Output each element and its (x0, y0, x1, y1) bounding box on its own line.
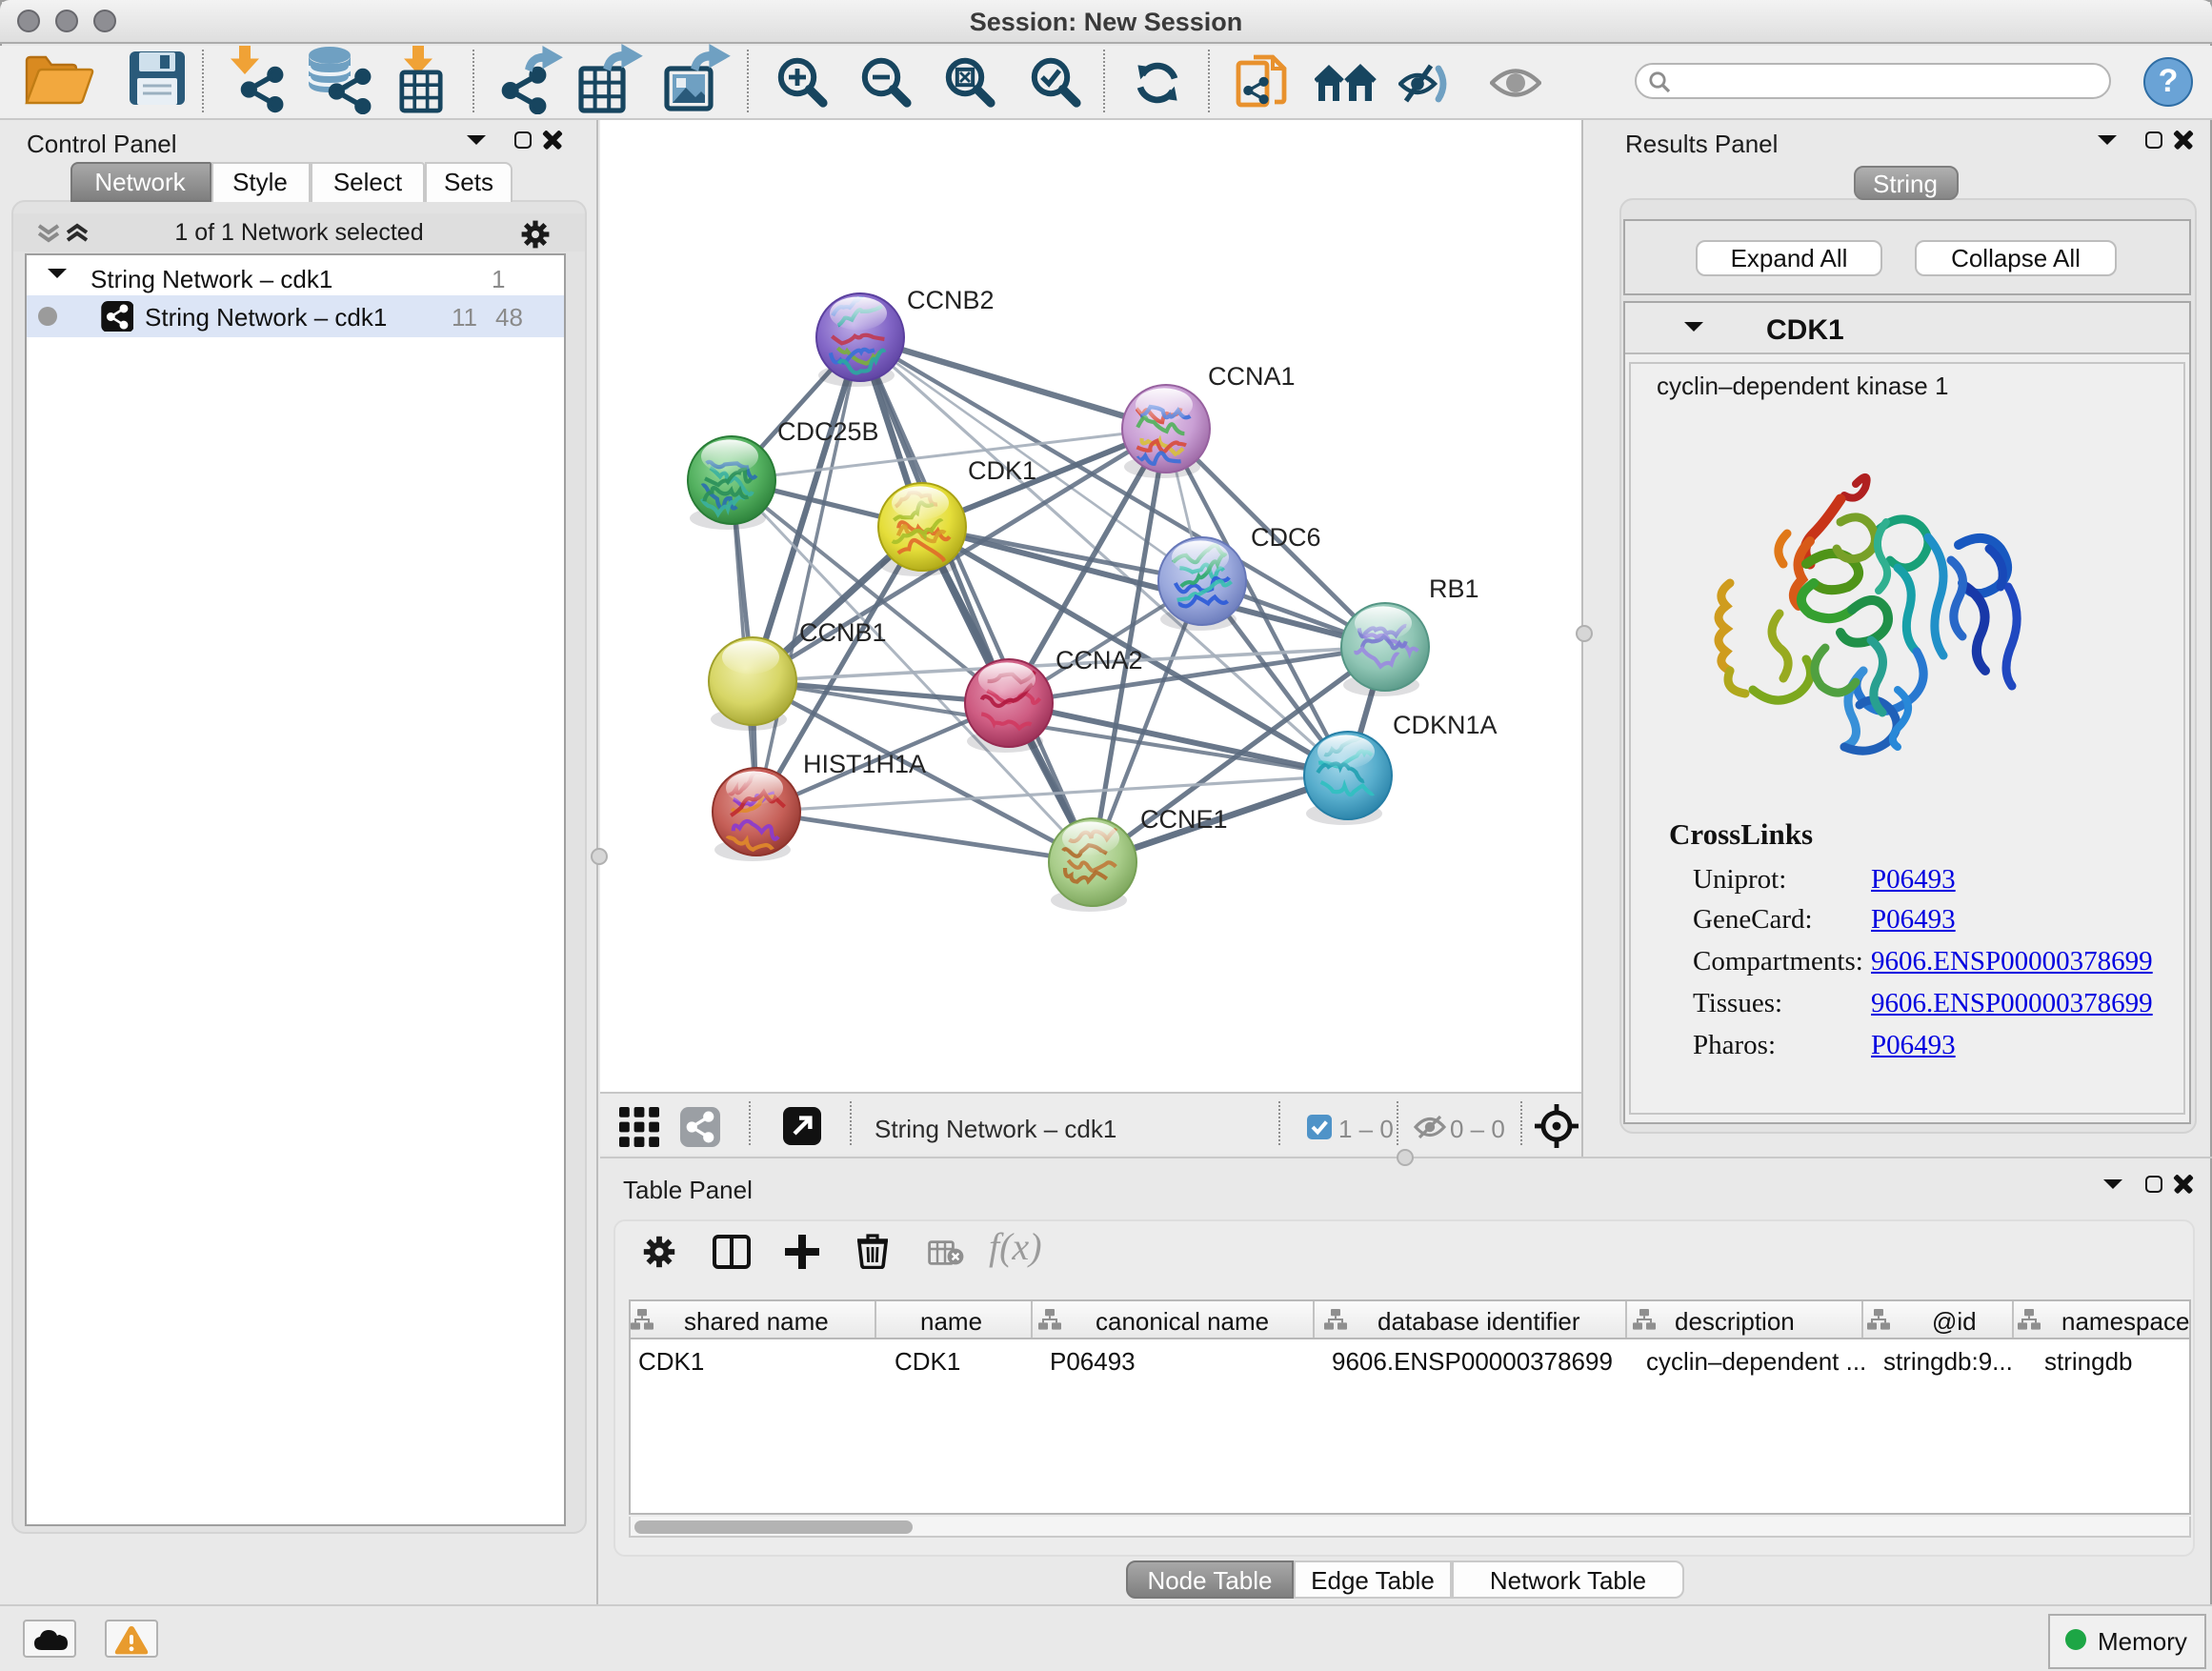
svg-text:CCNE1: CCNE1 (1140, 805, 1228, 834)
svg-text:CDC25B: CDC25B (777, 417, 879, 446)
svg-text:CDKN1A: CDKN1A (1393, 711, 1498, 739)
svg-text:CCNB1: CCNB1 (799, 618, 887, 647)
svg-text:CCNB2: CCNB2 (907, 286, 995, 314)
svg-text:CCNA2: CCNA2 (1056, 646, 1143, 674)
svg-text:HIST1H1A: HIST1H1A (803, 750, 926, 778)
svg-text:CDK1: CDK1 (968, 456, 1036, 485)
svg-text:RB1: RB1 (1429, 574, 1479, 603)
svg-text:CDC6: CDC6 (1251, 523, 1321, 552)
svg-text:CCNA1: CCNA1 (1208, 362, 1296, 391)
